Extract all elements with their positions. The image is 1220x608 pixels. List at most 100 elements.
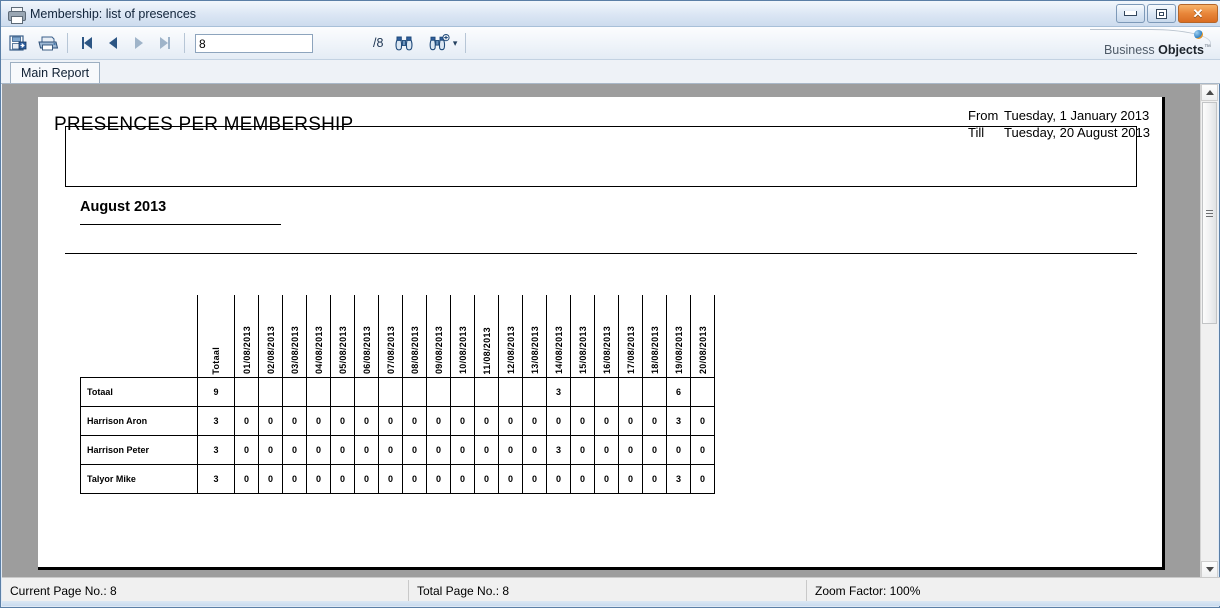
table-cell: 3 <box>546 434 571 465</box>
table-cell <box>378 376 403 407</box>
table-cell <box>642 376 667 407</box>
column-header-date-label: 06/08/2013 <box>361 326 372 375</box>
table-cell <box>498 376 523 407</box>
search-text-button[interactable] <box>391 30 417 56</box>
minimize-button[interactable] <box>1116 4 1145 23</box>
table-cell: 0 <box>234 463 259 494</box>
column-header-date: 12/08/2013 <box>498 295 523 378</box>
first-page-button[interactable] <box>74 31 100 55</box>
column-header-total-label: Totaal <box>211 346 221 375</box>
column-header-date-label: 12/08/2013 <box>505 326 516 375</box>
table-cell: 0 <box>474 434 499 465</box>
table-cell: 0 <box>522 405 547 436</box>
column-header-date: 20/08/2013 <box>690 295 715 378</box>
table-row: Harrison Peter 3 0 0 0 0 0 0 0 0 0 0 0 0 0 3 0 0 0 0 0 0 <box>80 434 715 465</box>
chevron-up-icon <box>1205 90 1214 95</box>
column-header-date-label: 02/08/2013 <box>265 326 276 375</box>
table-cell <box>522 376 547 407</box>
previous-page-button[interactable] <box>100 31 126 55</box>
section-divider <box>65 253 1137 254</box>
table-cell: 3 <box>666 463 691 494</box>
close-icon: ✕ <box>1192 6 1204 21</box>
last-page-button[interactable] <box>152 31 178 55</box>
vertical-scrollbar[interactable] <box>1200 84 1218 578</box>
maximize-icon <box>1156 8 1167 19</box>
close-button[interactable]: ✕ <box>1178 4 1218 23</box>
table-cell <box>690 376 715 407</box>
report-page: PRESENCES PER MEMBERSHIP From Tuesday, 1… <box>38 97 1165 570</box>
column-header-date-label: 07/08/2013 <box>385 326 396 375</box>
column-header-date-label: 14/08/2013 <box>553 326 564 375</box>
column-header-date-label: 05/08/2013 <box>337 326 348 375</box>
date-range-till: Till Tuesday, 20 August 2013 <box>968 124 1150 141</box>
previous-page-icon <box>109 37 117 49</box>
table-body: Totaal 9 3 6 Harrison Aron 3 0 0 0 0 0 0 0 0 0 0 0 0 0 0 0 0 0… <box>80 376 715 494</box>
table-row: Harrison Aron 3 0 0 0 0 0 0 0 0 0 0 0 0 0 0 0 0 0 0 3 0 <box>80 405 715 436</box>
scrollbar-thumb[interactable] <box>1202 102 1217 324</box>
first-page-icon <box>84 37 92 49</box>
table-cell: 0 <box>330 405 355 436</box>
table-cell: 0 <box>690 434 715 465</box>
chevron-down-icon <box>1205 567 1214 572</box>
table-cell <box>426 376 451 407</box>
column-header-date: 19/08/2013 <box>666 295 691 378</box>
zoom-button[interactable]: ▾ <box>423 30 457 56</box>
row-header-corner <box>81 295 198 377</box>
chevron-down-icon[interactable]: ▾ <box>453 38 458 48</box>
column-header-date: 16/08/2013 <box>594 295 619 378</box>
column-header-date-label: 04/08/2013 <box>313 326 324 375</box>
toolbar-separator-2 <box>184 33 185 53</box>
next-page-button[interactable] <box>126 31 152 55</box>
table-cell: 0 <box>282 434 307 465</box>
table-cell <box>234 376 259 407</box>
tab-main-report[interactable]: Main Report <box>10 62 101 83</box>
grip-icon <box>1206 209 1213 217</box>
status-bar: Current Page No.: 8 Total Page No.: 8 Zo… <box>2 577 1220 606</box>
table-cell: 0 <box>546 405 571 436</box>
table-cell: 0 <box>522 463 547 494</box>
table-cell: 0 <box>642 434 667 465</box>
till-value: Tuesday, 20 August 2013 <box>1004 125 1150 140</box>
table-cell: 0 <box>258 463 283 494</box>
table-cell: 0 <box>234 405 259 436</box>
scroll-down-button[interactable] <box>1201 561 1218 578</box>
zoom-icon <box>430 34 451 51</box>
table-cell: 0 <box>642 463 667 494</box>
table-cell: 0 <box>306 463 331 494</box>
column-header-date: 15/08/2013 <box>570 295 595 378</box>
table-cell: 0 <box>498 405 523 436</box>
logo-text: Business Objects™ <box>1104 43 1211 57</box>
export-report-button[interactable] <box>5 30 31 56</box>
export-icon <box>9 35 27 51</box>
print-report-button[interactable] <box>35 30 61 56</box>
brand-first: Business <box>1103 43 1159 57</box>
table-cell: 0 <box>282 405 307 436</box>
status-current-page: Current Page No.: 8 <box>10 584 117 598</box>
status-bar-footer <box>2 601 1220 606</box>
page-total-label: /8 <box>373 36 384 50</box>
last-page-icon <box>160 37 168 49</box>
binoculars-icon <box>395 36 413 51</box>
toolbar-separator-3 <box>465 33 467 53</box>
till-label: Till <box>968 125 985 140</box>
page-navigation <box>74 31 178 55</box>
table-cell: 0 <box>378 434 403 465</box>
table-cell: 3 <box>546 376 571 407</box>
business-objects-logo: Business Objects™ <box>1053 29 1213 57</box>
scroll-up-button[interactable] <box>1201 84 1218 101</box>
row-label: Harrison Aron <box>80 405 198 436</box>
title-bar: Membership: list of presences ✕ <box>1 1 1220 27</box>
table-cell: 0 <box>354 463 379 494</box>
column-header-date: 07/08/2013 <box>378 295 403 378</box>
maximize-button[interactable] <box>1147 4 1176 23</box>
window-title: Membership: list of presences <box>30 6 197 21</box>
table-cell: 0 <box>618 434 643 465</box>
column-header-date-label: 08/08/2013 <box>409 326 420 375</box>
table-cell <box>306 376 331 407</box>
column-header-date-label: 17/08/2013 <box>625 326 636 375</box>
column-header-date-label: 16/08/2013 <box>601 326 612 375</box>
window-controls: ✕ <box>1116 4 1218 23</box>
column-header-date-label: 10/08/2013 <box>457 326 468 375</box>
table-cell <box>594 376 619 407</box>
page-number-input[interactable]: 8 <box>195 33 313 53</box>
